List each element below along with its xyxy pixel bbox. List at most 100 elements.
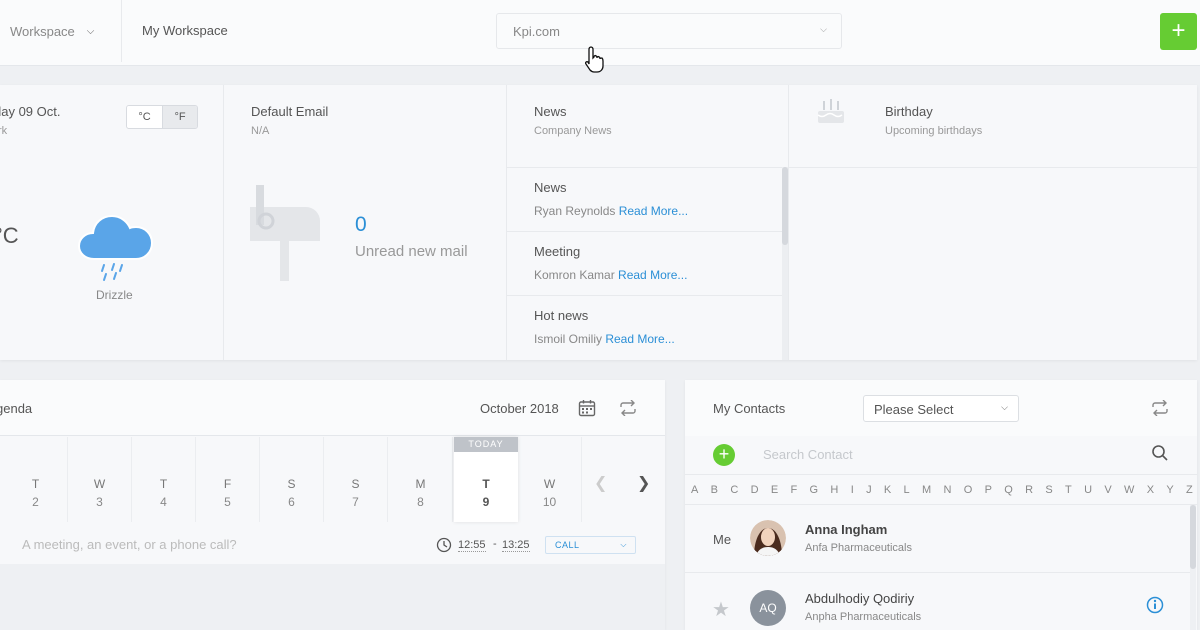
alphabet-letter[interactable]: X — [1147, 475, 1154, 504]
fahrenheit-button[interactable]: °F — [162, 106, 197, 128]
alphabet-letter[interactable]: J — [866, 475, 872, 504]
contacts-header: My Contacts Please Select ⌵ — [685, 380, 1197, 436]
contacts-scrollbar[interactable] — [1190, 505, 1196, 630]
unread-mail-count[interactable]: 0 — [355, 213, 367, 237]
day-date: 7 — [352, 495, 359, 509]
contacts-filter-select[interactable]: Please Select ⌵ — [863, 395, 1019, 422]
day-name: M — [415, 477, 426, 491]
add-contact-button[interactable]: + — [713, 444, 735, 466]
day-cell[interactable]: T2 — [4, 437, 68, 522]
alphabet-letter[interactable]: T — [1065, 475, 1072, 504]
day-date: 4 — [160, 495, 167, 509]
day-cell[interactable]: F5 — [196, 437, 260, 522]
alphabet-letter[interactable]: N — [943, 475, 951, 504]
email-address: N/A — [251, 125, 270, 137]
alphabet-letter[interactable]: E — [771, 475, 778, 504]
refresh-icon[interactable] — [1151, 400, 1169, 416]
chevron-down-icon: ⌵ — [86, 25, 95, 37]
day-cell[interactable]: W 10 — [518, 437, 582, 522]
time-separator: - — [493, 538, 497, 550]
alphabet-letter[interactable]: Q — [1004, 475, 1013, 504]
alphabet-letter[interactable]: Z — [1186, 475, 1193, 504]
cloud-rain-icon — [77, 214, 154, 281]
divider — [223, 85, 224, 360]
start-time-input[interactable]: 12:55 — [458, 539, 486, 552]
celsius-button[interactable]: °C — [127, 106, 162, 128]
day-cell[interactable]: S7 — [324, 437, 388, 522]
alphabet-letter[interactable]: Y — [1166, 475, 1173, 504]
me-label: Me — [713, 532, 732, 547]
refresh-icon[interactable] — [619, 400, 637, 416]
alphabet-letter[interactable]: O — [964, 475, 973, 504]
news-scrollbar[interactable] — [782, 167, 788, 360]
alphabet-letter[interactable]: P — [985, 475, 992, 504]
workspace-select[interactable]: Workspace ⌵ — [0, 0, 122, 62]
day-cell[interactable]: W3 — [68, 437, 132, 522]
agenda-empty-area — [0, 564, 665, 630]
add-widget-button[interactable]: + — [1160, 13, 1197, 50]
alphabet-letter[interactable]: H — [830, 475, 838, 504]
alphabet-letter[interactable]: U — [1084, 475, 1092, 504]
day-name: W — [543, 477, 556, 491]
clock-icon — [436, 537, 452, 553]
day-date: 8 — [417, 495, 424, 509]
alphabet-letter[interactable]: B — [711, 475, 718, 504]
alphabet-letter[interactable]: S — [1045, 475, 1052, 504]
read-more-link[interactable]: Read More... — [605, 332, 674, 346]
contacts-panel: My Contacts Please Select ⌵ + Search Con… — [685, 380, 1197, 630]
alphabet-letter[interactable]: I — [851, 475, 854, 504]
alphabet-letter[interactable]: G — [810, 475, 819, 504]
workspace-select-label: Workspace — [10, 23, 75, 39]
contact-row-me[interactable]: Me Anna Ingham Anfa Pharmaceuticals — [685, 505, 1190, 573]
day-date: 9 — [482, 495, 490, 509]
chevron-right-icon[interactable]: ❯ — [637, 473, 650, 493]
news-item[interactable]: Hot news Ismoil Omiliy Read More... — [506, 296, 782, 360]
alphabet-letter[interactable]: C — [730, 475, 738, 504]
day-cell-today[interactable]: TODAY T 9 — [454, 437, 518, 522]
day-name: W — [93, 477, 106, 491]
info-icon[interactable] — [1146, 596, 1164, 614]
day-cell[interactable]: M8 — [389, 437, 453, 522]
chevron-left-icon[interactable]: ❮ — [594, 473, 607, 493]
alphabet-letter[interactable]: A — [691, 475, 698, 504]
search-contact-input[interactable]: Search Contact — [763, 447, 853, 462]
avatar — [750, 520, 786, 556]
alphabet-letter[interactable]: F — [791, 475, 798, 504]
domain-select[interactable]: Kpi.com ⌵ — [496, 13, 842, 49]
alphabet-letter[interactable]: L — [904, 475, 910, 504]
workspace-title: My Workspace — [142, 23, 228, 38]
read-more-link[interactable]: Read More... — [619, 204, 688, 218]
contact-name: Anna Ingham — [805, 522, 888, 537]
news-item-author: Komron Kamar — [534, 268, 615, 282]
alphabet-letter[interactable]: M — [922, 475, 931, 504]
weather-condition: Drizzle — [96, 288, 133, 302]
agenda-title: genda — [0, 401, 33, 416]
event-type-select[interactable]: CALL ⌵ — [545, 536, 636, 554]
overview-panel: day 09 Oct. rk °C °F °C Drizzle Default … — [0, 85, 1197, 360]
star-icon[interactable]: ★ — [712, 597, 730, 622]
end-time-input[interactable]: 13:25 — [502, 539, 530, 552]
news-item-title: News — [534, 180, 567, 195]
day-name: F — [223, 477, 232, 491]
search-icon[interactable] — [1151, 444, 1169, 462]
alphabet-letter[interactable]: W — [1124, 475, 1134, 504]
day-cell[interactable]: T4 — [132, 437, 196, 522]
day-name: T — [159, 477, 168, 491]
weather-date: day 09 Oct. — [0, 104, 61, 119]
news-item-title: Hot news — [534, 308, 589, 323]
alphabet-letter[interactable]: D — [751, 475, 759, 504]
unread-mail-label: Unread new mail — [355, 243, 468, 260]
event-input[interactable]: A meeting, an event, or a phone call? — [22, 537, 237, 552]
calendar-icon[interactable] — [578, 399, 596, 417]
scrollbar-thumb[interactable] — [782, 167, 788, 245]
day-name: S — [287, 477, 296, 491]
read-more-link[interactable]: Read More... — [618, 268, 687, 282]
news-item[interactable]: News Ryan Reynolds Read More... — [506, 168, 782, 232]
scrollbar-thumb[interactable] — [1190, 505, 1196, 569]
news-item[interactable]: Meeting Komron Kamar Read More... — [506, 232, 782, 296]
alphabet-letter[interactable]: V — [1104, 475, 1111, 504]
alphabet-letter[interactable]: K — [884, 475, 891, 504]
alphabet-letter[interactable]: R — [1025, 475, 1033, 504]
day-cell[interactable]: S6 — [260, 437, 324, 522]
contact-row[interactable]: ★ AQ Abdulhodiy Qodiriy Anpha Pharmaceut… — [685, 574, 1190, 630]
